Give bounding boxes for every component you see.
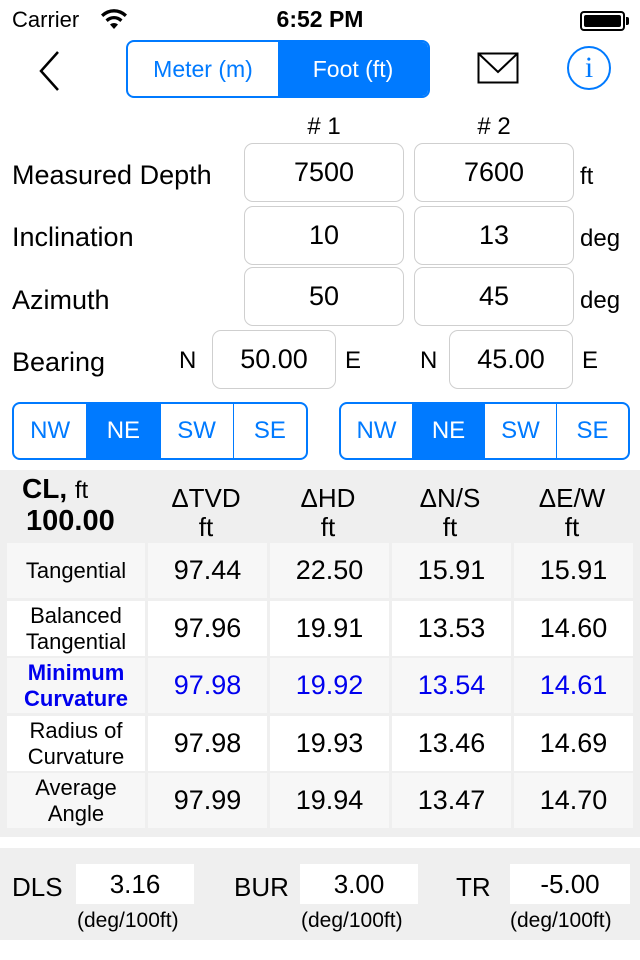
unit-foot-segment[interactable]: Foot (ft) [278,42,428,96]
quadrant-1-se[interactable]: SE [232,404,306,458]
value-cell: 15.91 [514,543,633,598]
header-dhd-unit: ft [320,512,336,542]
bearing-2-prefix: N [420,347,438,374]
unit-meter-segment[interactable]: Meter (m) [128,42,278,96]
course-length-value: 100.00 [26,505,115,537]
azimuth-1-input[interactable]: 50 [244,267,404,326]
cl-label-text: CL, [22,473,68,504]
header-dns: ΔN/S ft [390,484,510,542]
bearing-label: Bearing [12,347,106,377]
cl-unit: ft [74,477,89,504]
value-cell: 19.92 [270,658,389,713]
measured-depth-unit: ft [580,163,594,190]
value-cell: 22.50 [270,543,389,598]
inclination-unit: deg [580,225,621,252]
point-1-header: # 1 [307,113,341,140]
quadrant-1-segmented-control[interactable]: NW NE SW SE [12,402,308,460]
point-2-header: # 2 [477,113,511,140]
quadrant-1-nw[interactable]: NW [14,404,86,458]
value-cell: 14.69 [514,716,633,771]
value-cell: 14.70 [514,773,633,828]
tr-label: TR [456,872,491,902]
method-name-cell: Tangential [7,543,145,598]
units-segmented-control[interactable]: Meter (m) Foot (ft) [126,40,430,98]
status-bar: Carrier 6:52 PM [0,0,640,40]
quadrant-1-ne[interactable]: NE [86,404,160,458]
header-dew: ΔE/W ft [512,484,632,542]
value-cell: 14.60 [514,601,633,656]
value-cell: 97.98 [148,658,267,713]
value-cell: 13.47 [392,773,511,828]
method-name-cell: Average Angle [7,773,145,828]
header-dhd-name: ΔHD [300,483,356,513]
value-cell: 97.96 [148,601,267,656]
header-dhd: ΔHD ft [268,484,388,542]
tr-unit: (deg/100ft) [510,909,612,932]
value-cell: 13.53 [392,601,511,656]
dls-value: 3.16 [76,864,194,904]
value-cell: 97.44 [148,543,267,598]
header-dew-unit: ft [564,512,580,542]
value-cell: 13.54 [392,658,511,713]
quadrant-2-se[interactable]: SE [556,404,628,458]
value-cell: 13.46 [392,716,511,771]
value-cell: 97.99 [148,773,267,828]
bearing-1-input[interactable]: 50.00 [212,330,336,389]
method-name-cell: Radius of Curvature [7,716,145,771]
azimuth-unit: deg [580,287,621,314]
header-dns-unit: ft [442,512,458,542]
course-length-label: CL, ft [22,473,88,505]
measured-depth-label: Measured Depth [12,160,212,190]
info-icon[interactable]: i [567,46,611,90]
header-dns-name: ΔN/S [419,483,481,513]
method-name-cell: Balanced Tangential [7,601,145,656]
bearing-2-input[interactable]: 45.00 [449,330,573,389]
header-dtvd: ΔTVD ft [146,484,266,542]
header-dtvd-name: ΔTVD [171,483,241,513]
header-dew-name: ΔE/W [538,483,606,513]
quadrant-2-segmented-control[interactable]: NW NE SW SE [339,402,630,460]
clock: 6:52 PM [276,6,364,32]
measured-depth-1-input[interactable]: 7500 [244,143,404,202]
azimuth-2-input[interactable]: 45 [414,267,574,326]
value-cell: 14.61 [514,658,633,713]
quadrant-2-nw[interactable]: NW [341,404,412,458]
value-cell: 19.91 [270,601,389,656]
quadrant-2-ne[interactable]: NE [412,404,484,458]
battery-icon [580,11,630,31]
value-cell: 19.94 [270,773,389,828]
bearing-1-prefix: N [179,347,197,374]
quadrant-2-sw[interactable]: SW [484,404,556,458]
bur-unit: (deg/100ft) [301,909,403,932]
bur-label: BUR [234,872,289,902]
mail-icon[interactable] [477,52,519,84]
tr-value: -5.00 [510,864,630,904]
back-chevron-icon[interactable] [34,48,68,94]
dls-unit: (deg/100ft) [77,909,179,932]
header-dtvd-unit: ft [198,512,214,542]
inclination-label: Inclination [12,222,134,252]
value-cell: 19.93 [270,716,389,771]
value-cell: 97.98 [148,716,267,771]
quadrant-1-sw[interactable]: SW [159,404,233,458]
measured-depth-2-input[interactable]: 7600 [414,143,574,202]
bearing-2-suffix: E [582,347,599,374]
inclination-2-input[interactable]: 13 [414,206,574,265]
value-cell: 15.91 [392,543,511,598]
azimuth-label: Azimuth [12,285,110,315]
bearing-1-suffix: E [345,347,362,374]
dls-label: DLS [12,872,63,902]
method-name-cell: Minimum Curvature [7,658,145,713]
inclination-1-input[interactable]: 10 [244,206,404,265]
bur-value: 3.00 [300,864,418,904]
